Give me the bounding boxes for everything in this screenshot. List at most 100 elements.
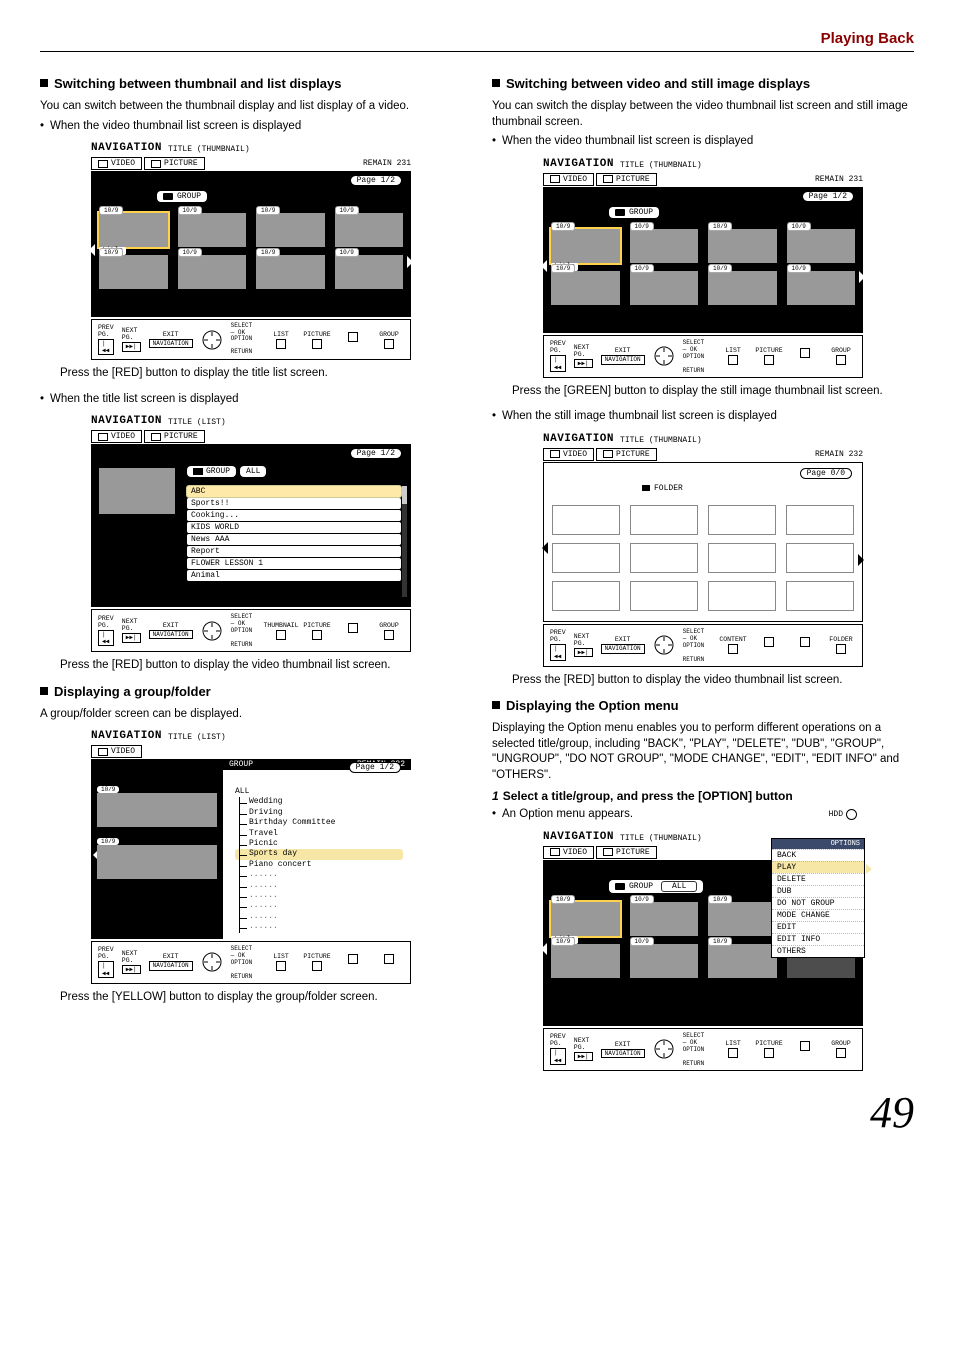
- thumb-selected[interactable]: 10/9title: [551, 902, 620, 936]
- next-icon[interactable]: ▶▶|: [122, 342, 141, 351]
- thumbnail-area: Page 1/2 GROUP 10/9title 10/9 10/9 10/9 …: [543, 187, 863, 333]
- screen-video-thumbnail: NAVIGATION TITLE (THUMBNAIL) VIDEO PICTU…: [91, 142, 411, 360]
- option-dub[interactable]: DUB: [772, 885, 864, 897]
- arrow-right-icon[interactable]: [859, 271, 865, 283]
- caption2: Press the [RED] button to display the vi…: [60, 658, 462, 674]
- thumb-selected[interactable]: 10/9title: [99, 213, 168, 247]
- left-bullet-list2: When the title list screen is displayed: [40, 392, 462, 408]
- folder-tree: ALL Wedding Driving Birthday Committee T…: [231, 787, 403, 932]
- tab-video[interactable]: VIDEO: [543, 173, 594, 186]
- tab-picture[interactable]: PICTURE: [596, 846, 657, 859]
- option-others[interactable]: OTHERS: [772, 945, 864, 957]
- list-item[interactable]: Report: [187, 546, 401, 557]
- green-button-icon[interactable]: [312, 339, 322, 349]
- bullet-square-icon: [40, 79, 48, 87]
- option-modechange[interactable]: MODE CHANGE: [772, 909, 864, 921]
- thumb[interactable]: 10/9: [256, 255, 325, 289]
- red-button-icon[interactable]: [276, 339, 286, 349]
- yellow-button-icon[interactable]: [384, 339, 394, 349]
- option-donotgroup[interactable]: DO NOT GROUP: [772, 897, 864, 909]
- option-back[interactable]: BACK: [772, 849, 864, 861]
- bottom-bar: PREV PG.|◀◀ NEXT PG.▶▶| EXITNAVIGATION S…: [91, 609, 411, 652]
- title-list: ABC Sports!! Cooking... KIDS WORLD News …: [187, 486, 401, 581]
- thumb[interactable]: 10/9: [256, 213, 325, 247]
- thumb[interactable]: 10/9: [99, 255, 168, 289]
- arrow-left-icon[interactable]: [89, 244, 95, 256]
- left-section2-title: Displaying a group/folder: [40, 684, 462, 699]
- screen-title-list: NAVIGATION TITLE (LIST) VIDEO PICTURE Pa…: [91, 415, 411, 652]
- screen-video-thumbnail-right: NAVIGATION TITLE (THUMBNAIL) VIDEO PICTU…: [543, 158, 863, 378]
- thumb[interactable]: 10/9: [335, 213, 404, 247]
- screen-group-folder: NAVIGATION TITLE (LIST) VIDEO 10/9 10/9 …: [91, 730, 411, 983]
- option-editinfo[interactable]: EDIT INFO: [772, 933, 864, 945]
- thumb[interactable]: 10/9: [178, 255, 247, 289]
- tab-video[interactable]: VIDEO: [543, 448, 594, 461]
- thumb[interactable]: 10/9: [551, 271, 620, 305]
- left-intro: You can switch between the thumbnail dis…: [40, 99, 462, 115]
- tab-video[interactable]: VIDEO: [543, 846, 594, 859]
- thumb[interactable]: [552, 505, 620, 535]
- prev-icon[interactable]: |◀◀: [98, 339, 114, 355]
- left-bullet-list: When the video thumbnail list screen is …: [40, 119, 462, 135]
- thumb[interactable]: 10/9: [708, 271, 777, 305]
- thumbnail-area: Page 0/0 FOLDER: [543, 462, 863, 622]
- folder-pill[interactable]: FOLDER: [634, 483, 691, 494]
- left-section2-text: A group/folder screen can be displayed.: [40, 707, 462, 723]
- thumb-selected[interactable]: 10/9title: [551, 229, 620, 263]
- thumb[interactable]: 10/9: [787, 229, 856, 263]
- list-item[interactable]: KIDS WORLD: [187, 522, 401, 533]
- navigation-btn[interactable]: NAVIGATION: [149, 339, 193, 348]
- thumb[interactable]: 10/9: [97, 845, 217, 879]
- thumb[interactable]: 10/9: [708, 229, 777, 263]
- screen-option-menu: NAVIGATION TITLE (THUMBNAIL) HDD VIDEO P…: [543, 831, 863, 1071]
- thumb[interactable]: 10/9: [787, 271, 856, 305]
- list-item[interactable]: ABC: [187, 486, 401, 497]
- option-play[interactable]: PLAY: [772, 861, 864, 873]
- tab-picture[interactable]: PICTURE: [144, 157, 205, 170]
- arrow-right-icon[interactable]: [858, 554, 864, 566]
- list-item[interactable]: Sports!!: [187, 498, 401, 509]
- option-header: OPTIONS: [772, 839, 864, 849]
- thumb[interactable]: 10/9: [97, 793, 217, 827]
- option-delete[interactable]: DELETE: [772, 873, 864, 885]
- arrow-left-icon[interactable]: [542, 542, 548, 554]
- all-pill[interactable]: ALL: [240, 466, 266, 477]
- list-item[interactable]: FLOWER LESSON 1: [187, 558, 401, 569]
- arrow-left-icon[interactable]: [541, 260, 547, 272]
- tab-video[interactable]: VIDEO: [91, 430, 142, 443]
- disc-icon: [846, 809, 857, 820]
- blue-button-icon[interactable]: [348, 332, 358, 342]
- group-pill[interactable]: GROUP: [187, 466, 236, 477]
- group-pill[interactable]: GROUP: [157, 191, 207, 202]
- folder-icon: [642, 485, 650, 491]
- tab-picture[interactable]: PICTURE: [144, 430, 205, 443]
- list-item[interactable]: News AAA: [187, 534, 401, 545]
- group-pill[interactable]: GROUP: [609, 207, 659, 218]
- caption1: Press the [RED] button to display the ti…: [60, 366, 462, 382]
- tab-picture[interactable]: PICTURE: [596, 448, 657, 461]
- arrow-left-icon[interactable]: [541, 943, 547, 955]
- thumb[interactable]: 10/9: [335, 255, 404, 289]
- bullet-square-icon: [492, 701, 500, 709]
- tab-video[interactable]: VIDEO: [91, 157, 142, 170]
- right-column: Switching between video and still image …: [492, 70, 914, 1077]
- group-folder-area: 10/9 10/9 GROUPREMAIN 232 Page 1/2 ALL W…: [91, 759, 411, 938]
- scrollbar[interactable]: [402, 486, 407, 597]
- list-item[interactable]: Cooking...: [187, 510, 401, 521]
- thumb[interactable]: 10/9: [630, 229, 699, 263]
- option-edit[interactable]: EDIT: [772, 921, 864, 933]
- list-item[interactable]: Animal: [187, 570, 401, 581]
- page-header-title: Playing Back: [40, 30, 914, 47]
- left-column: Switching between thumbnail and list dis…: [40, 70, 462, 1077]
- right-bullet2: When the still image thumbnail list scre…: [492, 409, 914, 425]
- thumbnail-area: Page 1/2 GROUP 10/9title 10/9 10/9 10/9 …: [91, 171, 411, 317]
- thumb[interactable]: 10/9: [630, 271, 699, 305]
- tab-picture[interactable]: PICTURE: [596, 173, 657, 186]
- arrow-right-icon[interactable]: [407, 256, 413, 268]
- right-section2-title: Displaying the Option menu: [492, 698, 914, 713]
- right-caption2: Press the [RED] button to display the vi…: [512, 673, 914, 689]
- tab-video[interactable]: VIDEO: [91, 745, 142, 758]
- thumbnail-area: GROUPALL 10/9title 10/9 10/9 10/9 10/9 1…: [543, 860, 863, 1026]
- thumb[interactable]: 10/9: [178, 213, 247, 247]
- group-pill[interactable]: GROUPALL: [609, 880, 703, 893]
